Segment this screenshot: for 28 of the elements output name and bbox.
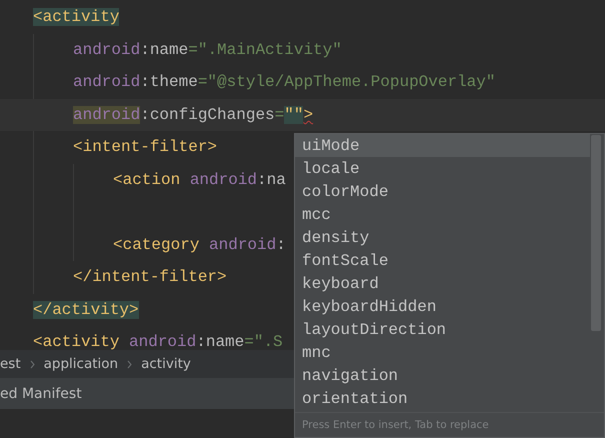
code-line: <intent-filter> <box>73 137 218 158</box>
completion-item[interactable]: orientation <box>295 387 590 410</box>
code-line: android:configChanges=""> <box>73 104 314 125</box>
completion-item[interactable]: colorMode <box>295 180 590 203</box>
code-line: <activity android:name=".S <box>33 332 283 350</box>
code-line: android:theme="@style/AppTheme.PopupOverlay" <box>73 72 496 92</box>
completion-item[interactable]: keyboardHidden <box>295 295 590 318</box>
completion-item[interactable]: mnc <box>295 341 590 364</box>
hint-text: Press Enter to insert, Tab to replace <box>295 412 604 437</box>
completion-item[interactable]: layoutDirection <box>295 318 590 341</box>
code-line: android:name=".MainActivity" <box>73 40 342 60</box>
completion-item[interactable]: locale <box>295 157 590 180</box>
completion-item[interactable]: density <box>295 226 590 249</box>
code-line: <category android: <box>113 234 286 255</box>
chevron-icon <box>30 360 35 368</box>
tool-window-tab[interactable]: ed Manifest <box>0 386 82 402</box>
completion-item[interactable]: keyboard <box>295 272 590 295</box>
breadcrumb-item[interactable]: application <box>44 356 118 372</box>
code-line: </intent-filter> <box>73 267 227 288</box>
scrollbar-thumb[interactable] <box>591 135 601 331</box>
completion-item[interactable]: fontScale <box>295 249 590 272</box>
completion-item[interactable]: mcc <box>295 203 590 226</box>
breadcrumb-item[interactable]: est <box>0 356 21 372</box>
code-line: <action android:na <box>113 170 286 190</box>
chevron-icon <box>127 360 132 368</box>
completion-item[interactable]: uiMode <box>295 134 590 157</box>
completion-item[interactable]: navigation <box>295 364 590 387</box>
breadcrumb-item[interactable]: activity <box>141 356 191 372</box>
